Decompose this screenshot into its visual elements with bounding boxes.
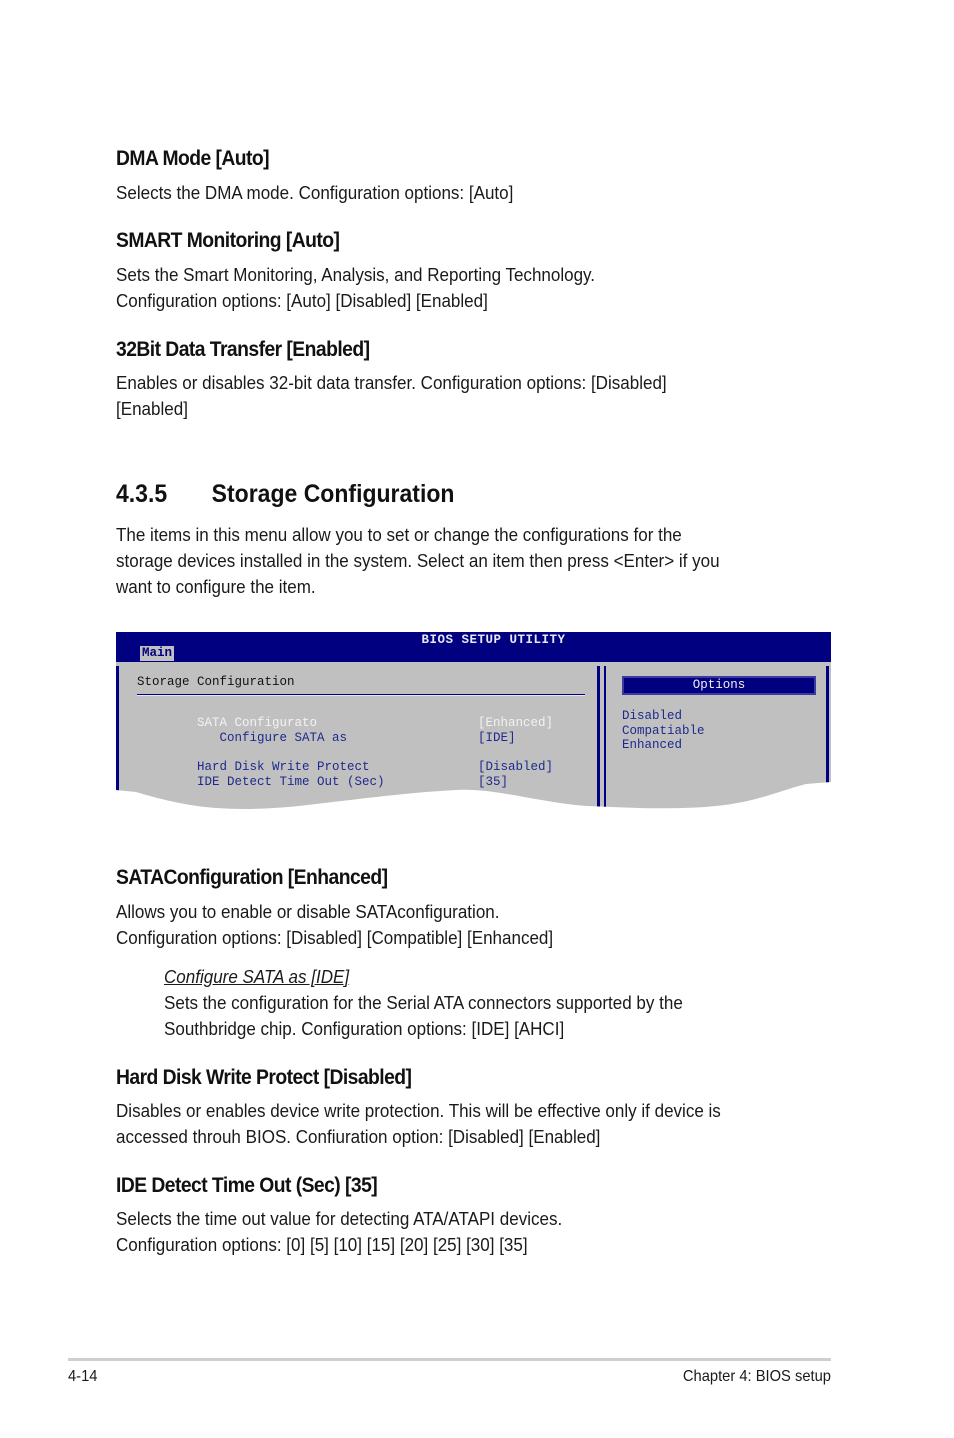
smart-monitoring-description-line1: Sets the Smart Monitoring, Analysis, and…	[116, 264, 596, 285]
intro-line1: The items in this menu allow you to set …	[116, 524, 682, 545]
bios-item-value: [IDE]	[478, 730, 516, 745]
section-number: 4.3.5	[116, 480, 168, 508]
heading-sata-configuration: SATAConfiguration [Enhanced]	[116, 866, 388, 889]
bios-header-bar: BIOS SETUP UTILITY Main	[116, 632, 831, 662]
section-heading-storage-configuration: 4.3.5 Storage Configuration	[116, 480, 454, 509]
bios-section-title: Storage Configuration	[137, 675, 295, 689]
ide-detect-time-out-line2: Configuration options: [0] [5] [10] [15]…	[116, 1234, 528, 1255]
intro-line2: storage devices installed in the system.…	[116, 550, 720, 571]
torn-edge-decoration	[116, 782, 831, 822]
section-title: Storage Configuration	[211, 480, 455, 508]
heading-ide-detect-time-out: IDE Detect Time Out (Sec) [35]	[116, 1174, 378, 1197]
bios-tab-main[interactable]: Main	[140, 646, 175, 661]
options-header: Options	[622, 676, 816, 695]
32bit-description-line1: Enables or disables 32-bit data transfer…	[116, 372, 667, 393]
heading-32bit-data-transfer: 32Bit Data Transfer [Enabled]	[116, 338, 370, 361]
hard-disk-write-protect-line2: accessed throuh BIOS. Confiuration optio…	[116, 1126, 601, 1147]
footer-divider	[68, 1358, 831, 1361]
heading-hard-disk-write-protect: Hard Disk Write Protect [Disabled]	[116, 1066, 412, 1089]
footer-chapter: Chapter 4: BIOS setup	[682, 1368, 831, 1385]
smart-monitoring-description-line2: Configuration options: [Auto] [Disabled]…	[116, 290, 488, 311]
dma-mode-description: Selects the DMA mode. Configuration opti…	[116, 182, 514, 203]
configure-sata-as-line1: Sets the configuration for the Serial AT…	[164, 992, 683, 1013]
page-number: 4-14	[68, 1368, 98, 1385]
bios-screenshot: BIOS SETUP UTILITY Main Storage Configur…	[116, 632, 831, 822]
option-disabled[interactable]: Disabled	[622, 709, 682, 724]
bios-divider	[137, 694, 585, 695]
sata-configuration-line1: Allows you to enable or disable SATAconf…	[116, 901, 500, 922]
bios-title: BIOS SETUP UTILITY	[421, 633, 566, 647]
32bit-description-line2: [Enabled]	[116, 398, 188, 419]
intro-line3: want to configure the item.	[116, 576, 316, 597]
heading-smart-monitoring: SMART Monitoring [Auto]	[116, 229, 340, 252]
heading-dma-mode: DMA Mode [Auto]	[116, 147, 270, 170]
bios-item-label: Configure SATA as	[197, 730, 348, 745]
sata-configuration-line2: Configuration options: [Disabled] [Compa…	[116, 927, 554, 948]
ide-detect-time-out-line1: Selects the time out value for detecting…	[116, 1208, 563, 1229]
option-enhanced[interactable]: Enhanced	[622, 738, 682, 753]
subheading-configure-sata-as: Configure SATA as [IDE]	[164, 966, 350, 987]
configure-sata-as-line2: Southbridge chip. Configuration options:…	[164, 1018, 565, 1039]
option-compatible[interactable]: Compatiable	[622, 724, 705, 739]
hard-disk-write-protect-line1: Disables or enables device write protect…	[116, 1100, 721, 1121]
